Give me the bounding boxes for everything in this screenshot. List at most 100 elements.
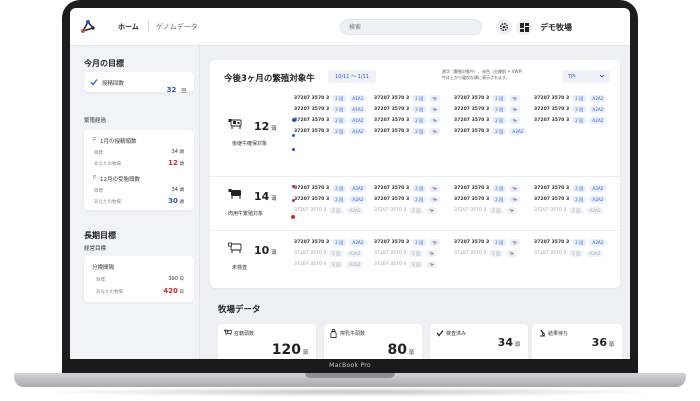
insemination-count-badge: 2 回 bbox=[412, 195, 427, 203]
cow-entry[interactable]: 37207 3570 32 回 A2A2 bbox=[294, 195, 367, 203]
cow-entry[interactable]: 37207 3570 32 回 🐄 bbox=[374, 249, 438, 257]
cow-id: 37207 3570 3 bbox=[374, 250, 407, 256]
genotype-badge: A2A2 bbox=[589, 184, 607, 192]
genotype-badge: A2A2 bbox=[509, 127, 527, 135]
cow-id: 37207 3570 3 bbox=[374, 95, 410, 101]
cow-id: 37207 3570 3 bbox=[294, 106, 330, 112]
cow-entry[interactable]: 37207 3570 32 回 🐄 bbox=[374, 105, 441, 113]
stat-card-herd[interactable]: 在籍頭数 120 頭 bbox=[218, 324, 316, 359]
cow-entry[interactable]: 37207 3570 32 回 A2A2 bbox=[294, 206, 364, 214]
cow-entry[interactable]: 37207 3570 32 回 A2A2 bbox=[454, 127, 527, 135]
cow-id: 37207 3570 3 bbox=[534, 117, 570, 123]
app-screen: ホーム ゲノムデータ デモ牧場 今月の目標 bbox=[70, 8, 630, 359]
calving-interval-card[interactable]: 分娩間隔 目標 390 日 あなたの牧場 420 日 bbox=[84, 256, 194, 302]
cow-entry[interactable]: 37207 3570 32 回 A2A2 bbox=[534, 105, 607, 113]
cow-id: 37207 3570 3 bbox=[294, 261, 327, 267]
cow-id: 37207 3570 3 bbox=[294, 239, 330, 245]
cow-entry[interactable]: 37207 3570 32 回 A1A1 bbox=[294, 94, 367, 102]
cow-entry[interactable]: 37207 3570 32 回 A2A2 bbox=[534, 195, 607, 203]
your-farm-value: 30 頭 bbox=[168, 197, 184, 205]
cow-entry[interactable]: 37207 3570 32 回 🐄 bbox=[454, 195, 521, 203]
cow-id: 37207 3570 3 bbox=[534, 106, 570, 112]
stat-card-milking[interactable]: 搾乳牛頭数 80 頭 bbox=[324, 324, 422, 359]
stat-label: 搾乳牛頭数 bbox=[340, 331, 366, 337]
insemination-count-badge: 2 回 bbox=[492, 184, 507, 192]
cow-id: 37207 3570 3 bbox=[294, 128, 330, 134]
genotype-badge: A2A2 bbox=[589, 105, 607, 113]
cow-entry[interactable]: 37207 3570 32 回 🐄 bbox=[454, 116, 521, 124]
cow-entry[interactable]: 37207 3570 32 回 A1A1 bbox=[294, 105, 367, 113]
conception-title: 12月の受胎頭数 bbox=[100, 177, 140, 183]
nav-genome-data[interactable]: ゲノムデータ bbox=[156, 22, 198, 32]
stat-card-tested[interactable]: 検査済み 34 頭 bbox=[430, 324, 528, 359]
cow-entry[interactable]: 37207 3570 32 回 🐄 bbox=[374, 184, 441, 192]
cow-entry[interactable]: 37207 3570 32 回 🐄 bbox=[374, 238, 441, 246]
your-farm-value: 420 日 bbox=[163, 287, 184, 295]
cow-entry[interactable]: 37207 3570 32 回 🐄 bbox=[374, 116, 441, 124]
your-farm-label: あなたの牧場 bbox=[94, 200, 121, 205]
stat-label: 在籍頭数 bbox=[234, 331, 255, 337]
insemination-count-badge: 2 回 bbox=[572, 184, 587, 192]
genotype-badge: 🐄 bbox=[509, 184, 521, 192]
genotype-badge: 🐄 bbox=[426, 206, 438, 214]
farm-name[interactable]: デモ牧場 bbox=[540, 22, 572, 33]
sort-select[interactable]: TPI bbox=[562, 70, 610, 83]
cow-entry[interactable]: 37207 3570 32 回 A2A2 bbox=[534, 249, 604, 257]
cow-id: 37207 3570 3 bbox=[454, 128, 490, 134]
cow-entry[interactable]: 37207 3570 32 回 🐄 bbox=[454, 105, 521, 113]
genotype-badge: A2A2 bbox=[346, 249, 364, 257]
insemination-count-badge: 2 回 bbox=[572, 195, 587, 203]
cow-entry[interactable]: 37207 3570 32 回 🐄 bbox=[454, 94, 521, 102]
breeding-card[interactable]: ⚐ 1月の授精頭数 目標 34 頭 あなたの牧場 12 頭 ⚐ 12月の受胎頭数… bbox=[84, 130, 194, 210]
cow-id: 37207 3570 3 bbox=[534, 207, 567, 213]
nav-home[interactable]: ホーム bbox=[118, 22, 139, 32]
cow-entry[interactable]: 37207 3570 32 回 A2A2 bbox=[294, 260, 364, 268]
cow-entry[interactable]: 37207 3570 32 回 🐄 bbox=[454, 184, 521, 192]
cow-entry[interactable]: 37207 3570 32 回 🐄 bbox=[374, 127, 441, 135]
status-dot bbox=[291, 215, 295, 219]
monthly-goal-title: 今月の目標 bbox=[84, 59, 124, 68]
settings-button[interactable] bbox=[496, 19, 512, 35]
genotype-badge: A2A2 bbox=[589, 94, 607, 102]
monthly-goal-card[interactable]: 授精回数 32 回 bbox=[84, 72, 194, 94]
cow-entry[interactable]: 37207 3570 32 回 A2A2 bbox=[534, 116, 607, 124]
laptop-lid: ホーム ゲノムデータ デモ牧場 今月の目標 bbox=[62, 0, 638, 377]
stat-value: 120 頭 bbox=[271, 342, 308, 358]
cow-entry[interactable]: 37207 3570 32 回 🐄 bbox=[454, 238, 521, 246]
date-range-chip[interactable]: 10/11 ～ 1/11 bbox=[328, 70, 376, 83]
cow-entry[interactable]: 37207 3570 32 回 🐄 bbox=[374, 260, 438, 268]
cow-entry[interactable]: 37207 3570 32 回 🐄 bbox=[374, 206, 438, 214]
cow-entry[interactable]: 37207 3570 32 回 🐄 bbox=[454, 206, 518, 214]
cow-entry[interactable]: 37207 3570 32 回 A2A2 bbox=[534, 238, 607, 246]
cow-entry[interactable]: 37207 3570 32 回 A2A2 bbox=[294, 184, 367, 192]
cow-entry[interactable]: 37207 3570 32 回 🐄 bbox=[374, 195, 441, 203]
dashboard-button[interactable] bbox=[516, 19, 532, 35]
legend-notice: 黒字（繁殖対象牛）、赤色（分娩前 + VWP） 牛は上から優良な順に表示されます… bbox=[442, 69, 525, 80]
cow-entry[interactable]: 37207 3570 32 回 A1A2 bbox=[294, 127, 367, 135]
calving-interval-title: 分娩間隔 bbox=[92, 265, 115, 271]
search-input[interactable] bbox=[340, 19, 482, 35]
insemination-count-badge: 2 回 bbox=[569, 206, 584, 214]
cow-entry[interactable]: 37207 3570 32 回 🐄 bbox=[374, 94, 441, 102]
insemination-title: 1月の授精頭数 bbox=[100, 139, 137, 145]
cow-id: 37207 3570 3 bbox=[374, 185, 410, 191]
cow-entry[interactable]: 37207 3570 32 回 🐄 bbox=[454, 249, 518, 257]
monthly-goal-value: 32 回 bbox=[166, 86, 186, 94]
insemination-count-badge: 2 回 bbox=[329, 206, 344, 214]
cow-entry[interactable]: 37207 3570 32 回 A2A2 bbox=[294, 249, 364, 257]
cow-entry[interactable]: 37207 3570 32 回 A2A2 bbox=[294, 238, 367, 246]
cow-entry[interactable]: 37207 3570 32 回 A1A2 bbox=[294, 116, 367, 124]
app-logo-icon[interactable] bbox=[80, 19, 96, 35]
genotype-badge: 🐄 bbox=[506, 206, 518, 214]
stat-card-pending[interactable]: 結果待ち 36 頭 bbox=[532, 324, 622, 359]
group-label: 肉用牛繁殖対象 bbox=[228, 211, 264, 217]
stat-value: 34 頭 bbox=[497, 336, 520, 349]
grid-icon bbox=[519, 22, 529, 32]
group-divider bbox=[210, 176, 620, 177]
cow-id: 37207 3570 3 bbox=[454, 207, 487, 213]
cow-entry[interactable]: 37207 3570 32 回 A2A2 bbox=[534, 206, 604, 214]
cow-entry[interactable]: 37207 3570 32 回 A2A2 bbox=[534, 94, 607, 102]
beef-cow-icon bbox=[228, 189, 241, 199]
insemination-count-badge: 2 回 bbox=[489, 206, 504, 214]
cow-entry[interactable]: 37207 3570 32 回 A2A2 bbox=[534, 184, 607, 192]
